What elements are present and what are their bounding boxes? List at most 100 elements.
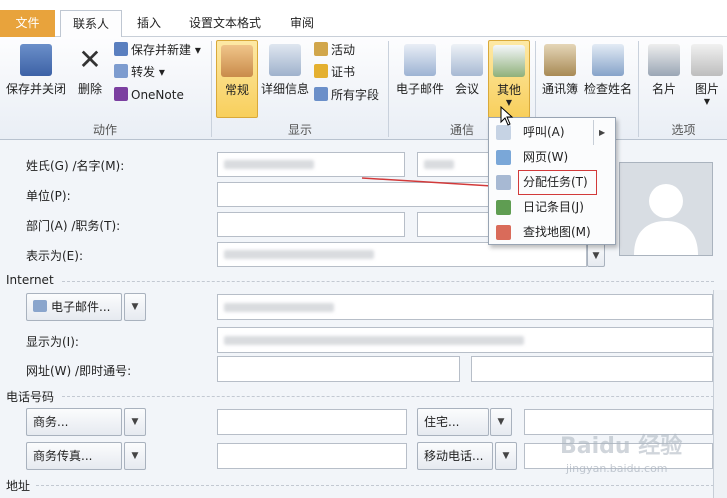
home-phone-dropdown[interactable]: ▼ (490, 408, 512, 436)
task-icon (496, 175, 511, 190)
check-names-label: 检查姓名 (583, 82, 632, 96)
first-name-field[interactable] (417, 152, 492, 177)
menu-item-web-page[interactable]: 网页(W) (489, 145, 615, 170)
business-fax-button[interactable]: 商务传真... (26, 442, 122, 470)
details-button[interactable]: 详细信息 (260, 44, 310, 97)
business-phone-dropdown[interactable]: ▼ (124, 408, 146, 436)
group-label-actions: 动作 (92, 123, 117, 137)
tab-file[interactable]: 文件 (0, 10, 55, 37)
save-new-label: 保存并新建 (131, 43, 192, 57)
web-page-field[interactable] (217, 356, 460, 382)
notes-scrollbar[interactable] (713, 290, 727, 498)
blurred-value (224, 160, 314, 169)
file-as-label: 表示为(E): (26, 249, 83, 263)
tab-review[interactable]: 审阅 (280, 10, 324, 37)
section-divider (62, 281, 714, 282)
menu-item-label: 日记条目(J) (523, 200, 584, 214)
title-bar (0, 0, 727, 10)
split-divider (593, 120, 594, 145)
meeting-button[interactable]: 会议 (450, 44, 484, 97)
phone-section-title: 电话号码 (6, 390, 55, 404)
watermark-url: jingyan.baidu.com (566, 462, 668, 475)
tab-insert[interactable]: 插入 (127, 10, 171, 37)
general-view-button[interactable]: 常规 (216, 40, 258, 118)
contact-photo[interactable] (619, 162, 713, 256)
job-title-field[interactable] (417, 212, 492, 237)
chevron-right-icon: ▶ (599, 128, 606, 137)
forward-button[interactable]: 转发 ▾ (114, 62, 165, 82)
email-select-button[interactable]: 电子邮件... (26, 293, 122, 321)
address-book-label: 通讯簿 (541, 82, 578, 96)
email-select-label: 电子邮件... (51, 300, 111, 314)
picture-icon (691, 44, 723, 76)
business-phone-field[interactable] (217, 409, 407, 435)
business-phone-button[interactable]: 商务... (26, 408, 122, 436)
company-label: 单位(P): (26, 189, 71, 203)
menu-item-map[interactable]: 查找地图(M) (489, 220, 615, 245)
department-field[interactable] (217, 212, 405, 237)
more-options-icon (493, 45, 525, 77)
details-label: 详细信息 (260, 82, 309, 96)
business-fax-field[interactable] (217, 443, 407, 469)
menu-item-label: 网页(W) (523, 150, 569, 164)
general-label: 常规 (224, 83, 249, 97)
highlight-box (518, 170, 597, 195)
business-fax-dropdown[interactable]: ▼ (124, 442, 146, 470)
forward-label: 转发 (131, 65, 156, 79)
save-new-button[interactable]: 保存并新建 ▾ (114, 40, 201, 60)
display-as-field[interactable] (217, 327, 713, 353)
section-divider (36, 485, 714, 486)
activities-label: 活动 (331, 43, 356, 57)
save-close-button[interactable]: 保存并关闭 (4, 44, 68, 97)
delete-icon: ✕ (78, 43, 102, 76)
mobile-phone-button[interactable]: 移动电话... (417, 442, 493, 470)
blurred-value (424, 160, 454, 169)
certificates-button[interactable]: 证书 (314, 62, 355, 82)
email-button[interactable]: 电子邮件 (394, 44, 446, 97)
last-name-field[interactable] (217, 152, 405, 177)
im-address-field[interactable] (471, 356, 713, 382)
email-type-dropdown[interactable]: ▼ (124, 293, 146, 321)
mouse-cursor-icon (500, 106, 514, 126)
globe-icon (496, 150, 511, 165)
menu-item-label: 呼叫(A) (523, 125, 565, 139)
chevron-down-icon: ▼ (703, 97, 711, 106)
save-close-label: 保存并关闭 (5, 82, 66, 96)
details-icon (269, 44, 301, 76)
file-as-dropdown[interactable]: ▼ (587, 242, 605, 267)
certificates-label: 证书 (331, 65, 356, 79)
all-fields-label: 所有字段 (331, 88, 380, 102)
activities-button[interactable]: 活动 (314, 40, 355, 60)
web-label: 网址(W) /即时通号: (26, 364, 132, 378)
certificate-icon (314, 64, 328, 78)
check-names-button[interactable]: 检查姓名 (582, 44, 634, 97)
picture-label: 图片 (694, 82, 719, 96)
home-phone-button[interactable]: 住宅... (417, 408, 489, 436)
mobile-phone-dropdown[interactable]: ▼ (495, 442, 517, 470)
file-as-field[interactable] (217, 242, 587, 267)
delete-button[interactable]: ✕ 删除 (72, 44, 108, 97)
save-new-icon (114, 42, 128, 56)
blurred-value (224, 336, 524, 345)
section-divider (62, 396, 714, 397)
all-fields-button[interactable]: 所有字段 (314, 85, 379, 105)
menu-item-journal-entry[interactable]: 日记条目(J) (489, 195, 615, 220)
onenote-button[interactable]: OneNote (114, 85, 184, 105)
avatar-silhouette-icon (620, 163, 712, 255)
picture-button[interactable]: 图片 ▼ (688, 44, 726, 106)
phone-icon (496, 125, 511, 140)
delete-label: 删除 (77, 82, 102, 96)
group-label-options: 选项 (671, 123, 696, 137)
business-card-button[interactable]: 名片 (644, 44, 684, 97)
email-label: 电子邮件 (395, 82, 444, 96)
calendar-icon (451, 44, 483, 76)
journal-icon (496, 200, 511, 215)
address-book-icon (544, 44, 576, 76)
department-label: 部门(A) /职务(T): (26, 219, 121, 233)
blurred-value (224, 303, 334, 312)
email-field[interactable] (217, 294, 713, 320)
tab-contact[interactable]: 联系人 (60, 10, 122, 38)
address-book-button[interactable]: 通讯簿 (539, 44, 581, 97)
tab-format-text[interactable]: 设置文本格式 (180, 10, 270, 37)
watermark-logo: Baidu 经验 (560, 434, 683, 459)
